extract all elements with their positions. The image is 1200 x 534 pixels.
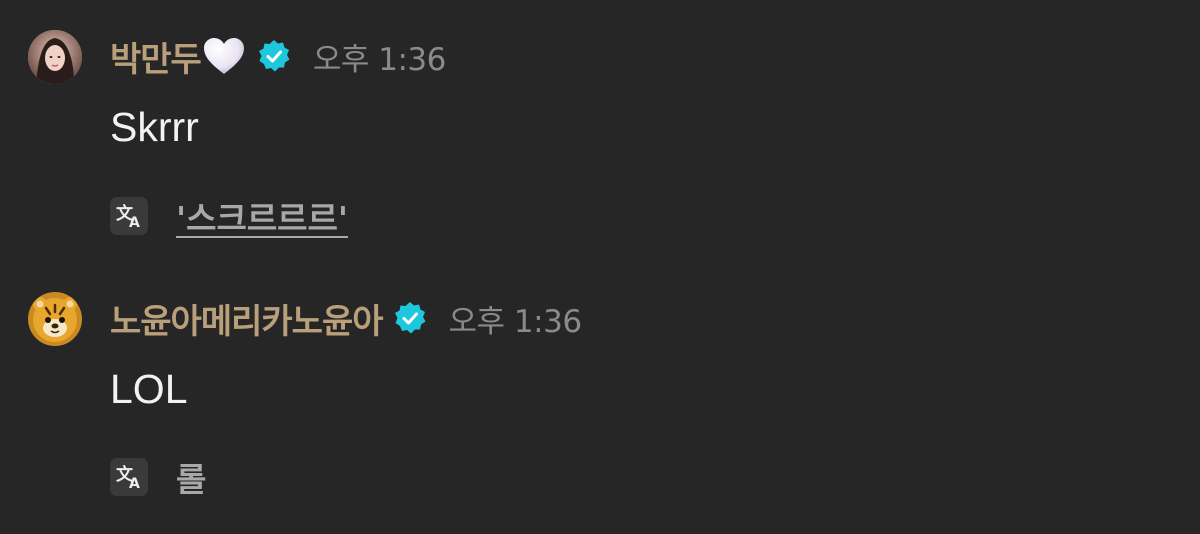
avatar[interactable] [28, 30, 82, 84]
message-header: 박만두 오후 1:36 [110, 32, 447, 81]
white-heart-icon [201, 36, 247, 76]
message-time: 오후 1:36 [448, 303, 583, 340]
translate-icon[interactable]: 文 A [110, 458, 148, 496]
username[interactable]: 박만두 [110, 32, 202, 81]
translation-row[interactable]: 文 A 롤 [110, 453, 206, 501]
svg-text:A: A [129, 476, 140, 492]
verified-badge-icon [257, 39, 291, 73]
message-header: 노윤아메리카노윤아 오후 1:36 [110, 294, 583, 343]
message-text: LOL [110, 366, 188, 412]
translation-text[interactable]: '스크르르르' [176, 192, 348, 240]
translate-icon[interactable]: 文 A [110, 197, 148, 235]
message-time: 오후 1:36 [312, 41, 447, 78]
verified-badge-icon [393, 301, 427, 335]
translation-row[interactable]: 文 A '스크르르르' [110, 192, 348, 240]
avatar[interactable] [28, 292, 82, 346]
username[interactable]: 노윤아메리카노윤아 [110, 294, 384, 343]
translation-text[interactable]: 롤 [176, 453, 206, 501]
message-text: Skrrr [110, 104, 199, 150]
svg-text:A: A [129, 215, 140, 231]
